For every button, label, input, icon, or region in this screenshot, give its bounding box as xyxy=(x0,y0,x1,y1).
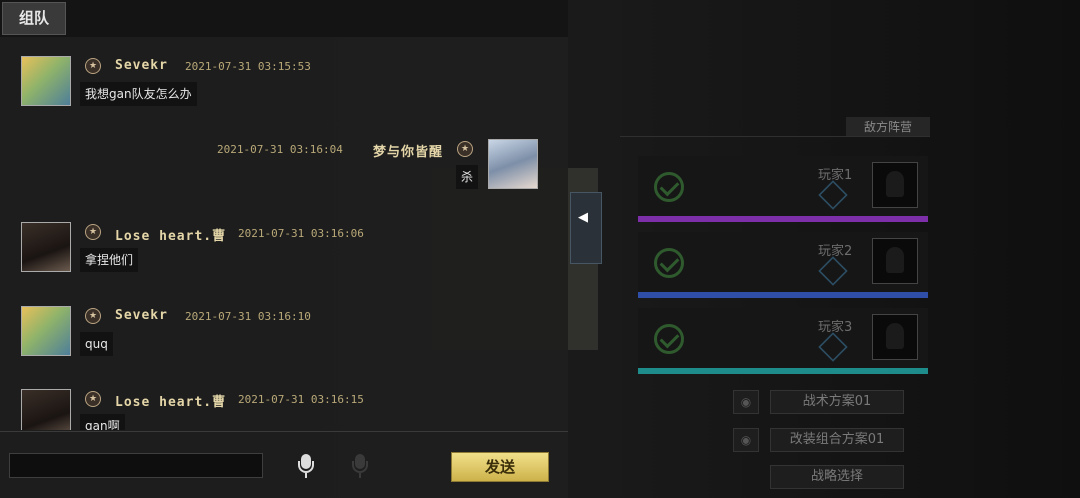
collapse-arrow-icon[interactable]: ◀ xyxy=(578,210,588,225)
player-avatar xyxy=(872,314,918,360)
chat-input[interactable] xyxy=(9,453,263,478)
eye-icon[interactable]: ◉ xyxy=(733,428,759,452)
chat-message: ★ Lose heart.曹 2021-07-31 03:16:15 gan啊 xyxy=(0,0,568,430)
enemy-player-card: 玩家1 xyxy=(638,156,928,222)
cube-icon xyxy=(818,180,848,210)
player-avatar xyxy=(872,238,918,284)
message-time: 2021-07-31 03:16:15 xyxy=(238,393,364,406)
mod-plan-button[interactable]: 改装组合方案01 xyxy=(770,428,904,452)
lose-heart-avatar[interactable] xyxy=(21,389,71,430)
player-color-bar xyxy=(638,292,928,298)
cube-icon xyxy=(818,256,848,286)
player-color-bar xyxy=(638,368,928,374)
rank-badge-icon: ★ xyxy=(85,391,101,407)
strategy-select-button[interactable]: 战略选择 xyxy=(770,465,904,489)
send-button[interactable]: 发送 xyxy=(451,452,549,482)
ready-check-icon xyxy=(654,248,684,278)
player-color-bar xyxy=(638,216,928,222)
ready-check-icon xyxy=(654,172,684,202)
enemy-player-card: 玩家3 xyxy=(638,308,928,374)
microphone-icon[interactable] xyxy=(296,452,316,480)
message-text: gan啊 xyxy=(80,414,125,430)
cube-icon xyxy=(818,332,848,362)
enemy-team-title: 敌方阵营 xyxy=(846,117,930,137)
player-name: 玩家1 xyxy=(818,168,853,183)
eye-icon[interactable]: ◉ xyxy=(733,390,759,414)
ready-check-icon xyxy=(654,324,684,354)
minimap-toggle[interactable] xyxy=(570,192,602,264)
player-name: 玩家3 xyxy=(818,320,853,335)
divider xyxy=(620,136,930,137)
enemy-player-card: 玩家2 xyxy=(638,232,928,298)
microphone-disabled-icon[interactable] xyxy=(350,452,370,480)
player-name: 玩家2 xyxy=(818,244,853,259)
player-avatar xyxy=(872,162,918,208)
sender-name: Lose heart.曹 xyxy=(115,395,227,410)
divider xyxy=(0,431,568,432)
tactic-plan-button[interactable]: 战术方案01 xyxy=(770,390,904,414)
team-chat-panel: 组队 ★ Sevekr 2021-07-31 03:15:53 我想gan队友怎… xyxy=(0,0,568,498)
